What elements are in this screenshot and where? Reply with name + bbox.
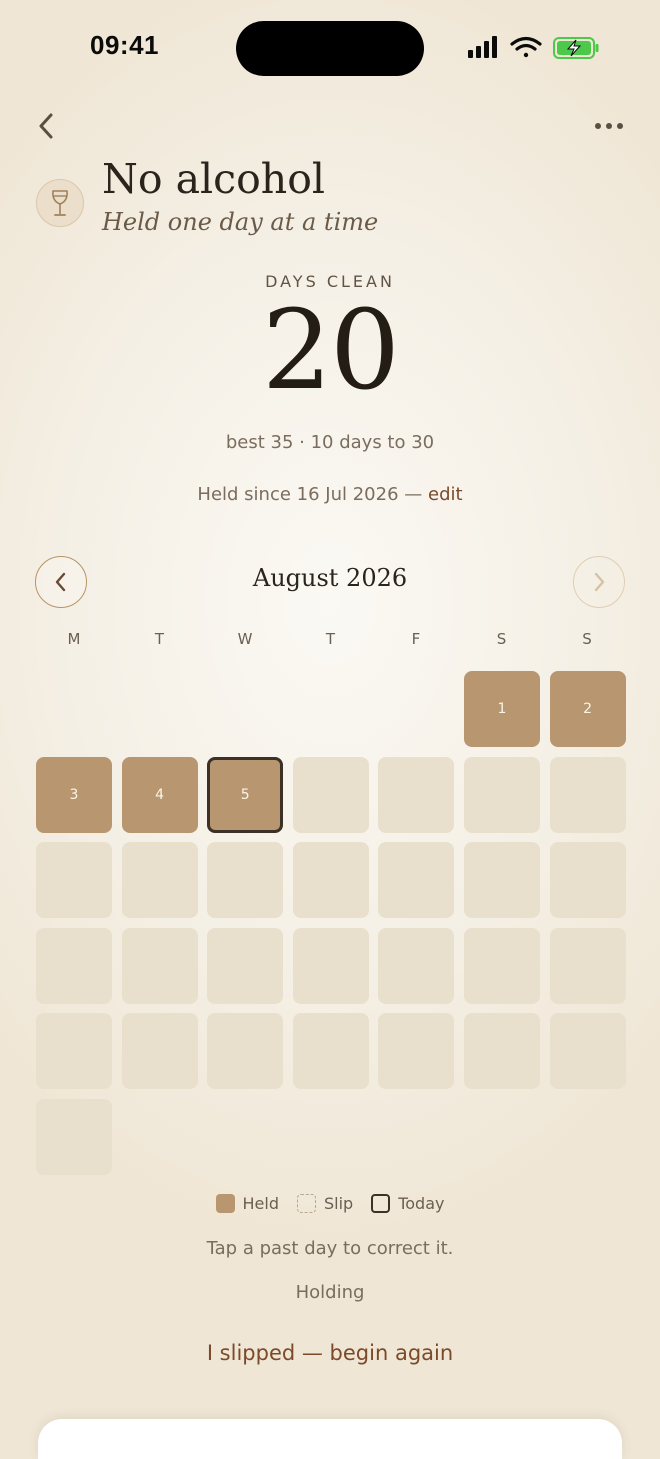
streak-status: Holding <box>295 1282 365 1303</box>
calendar-day-held[interactable]: 1 <box>463 671 540 747</box>
bottom-sheet[interactable] <box>38 1419 622 1459</box>
calendar-legend: Held Slip Today <box>0 1194 660 1213</box>
calendar-day[interactable] <box>549 927 626 1004</box>
calendar-day[interactable] <box>549 842 626 919</box>
weekday-label: W <box>237 630 253 648</box>
calendar-day[interactable] <box>36 927 112 1004</box>
calendar-day-today[interactable]: 5 <box>207 756 284 833</box>
more-button[interactable] <box>586 108 632 144</box>
weekday-label: T <box>154 630 165 648</box>
status-bar: 09:41 <box>0 0 660 96</box>
status-icons <box>466 34 600 66</box>
battery-charging-icon <box>553 37 599 59</box>
calendar-day[interactable] <box>207 927 284 1004</box>
calendar-day[interactable] <box>121 842 198 919</box>
dynamic-island <box>236 21 424 76</box>
weekday-label: M <box>67 630 81 648</box>
slip-swatch <box>297 1194 316 1213</box>
more-horizontal-icon <box>595 123 623 129</box>
back-button[interactable] <box>26 104 66 148</box>
calendar-blank-cell <box>122 671 198 747</box>
weekday-label: T <box>325 630 336 648</box>
held-since-line: Held since 16 Jul 2026 — edit <box>0 484 660 505</box>
calendar-blank-cell <box>36 671 112 747</box>
chevron-left-icon <box>39 113 53 139</box>
calendar-day[interactable] <box>292 842 369 919</box>
next-month-button[interactable] <box>573 556 625 608</box>
correction-hint: Tap a past day to correct it. <box>206 1238 454 1259</box>
legend-today: Today <box>371 1194 444 1213</box>
top-nav <box>0 100 660 152</box>
habit-title: No alcohol <box>102 155 325 203</box>
calendar-blank-cell <box>293 671 369 747</box>
calendar-day[interactable] <box>36 842 112 919</box>
weekday-header: M T W T F S S <box>36 630 625 648</box>
weekday-label: S <box>496 630 507 648</box>
chevron-right-icon <box>594 572 605 592</box>
calendar-day-held[interactable]: 3 <box>36 756 112 833</box>
wine-glass-icon <box>52 190 68 216</box>
calendar-day[interactable] <box>549 756 626 833</box>
wifi-icon <box>510 36 542 58</box>
legend-held: Held <box>215 1194 279 1213</box>
calendar-day[interactable] <box>463 842 540 919</box>
status-time: 09:41 <box>90 30 159 60</box>
calendar-day[interactable] <box>463 1013 540 1090</box>
days-clean-count: 20 <box>262 286 400 414</box>
day-number: 3 <box>69 786 79 803</box>
calendar-blank-cell <box>207 671 283 747</box>
legend-today-label: Today <box>398 1194 445 1213</box>
calendar-day[interactable] <box>121 1013 198 1090</box>
month-title: August 2026 <box>252 564 408 592</box>
calendar-day[interactable] <box>378 842 455 919</box>
habit-subtitle: Held one day at a time <box>102 208 379 236</box>
calendar-day[interactable] <box>292 1013 369 1090</box>
weekday-label: S <box>582 630 592 648</box>
signal-icon <box>468 36 497 58</box>
calendar-day[interactable] <box>463 927 540 1004</box>
slip-reset-button[interactable]: I slipped — begin again <box>150 1334 510 1372</box>
calendar-grid: 1 2 3 4 5 <box>36 671 626 1175</box>
day-number: 2 <box>583 701 593 717</box>
calendar-day[interactable] <box>463 756 540 833</box>
legend-held-label: Held <box>242 1194 279 1213</box>
edit-start-date-link[interactable]: edit <box>428 484 463 505</box>
calendar-day[interactable] <box>36 1013 112 1090</box>
calendar-day[interactable] <box>121 927 198 1004</box>
calendar-day[interactable] <box>549 1013 626 1090</box>
best-streak-text: best 35 · 10 days to 30 <box>225 432 435 453</box>
calendar-day[interactable] <box>292 756 369 833</box>
calendar-day[interactable] <box>36 1098 112 1175</box>
weekday-label: F <box>411 630 421 648</box>
day-number: 5 <box>240 786 250 803</box>
habit-icon-badge <box>36 179 84 227</box>
held-since-text: Held since 16 Jul 2026 — <box>197 484 423 505</box>
legend-slip-label: Slip <box>324 1194 354 1213</box>
today-swatch <box>371 1194 391 1213</box>
calendar-day[interactable] <box>292 927 369 1004</box>
day-number: 1 <box>497 701 507 717</box>
calendar-blank-cell <box>378 671 454 747</box>
calendar-day-held[interactable]: 4 <box>121 756 198 833</box>
day-number: 4 <box>155 786 165 803</box>
legend-slip: Slip <box>297 1194 353 1213</box>
held-swatch <box>215 1194 235 1213</box>
calendar-day[interactable] <box>207 842 284 919</box>
calendar-day[interactable] <box>378 927 455 1004</box>
calendar-day[interactable] <box>378 1013 455 1090</box>
calendar-day[interactable] <box>207 1013 284 1090</box>
calendar-day-held[interactable]: 2 <box>549 671 626 747</box>
calendar-day[interactable] <box>378 756 455 833</box>
